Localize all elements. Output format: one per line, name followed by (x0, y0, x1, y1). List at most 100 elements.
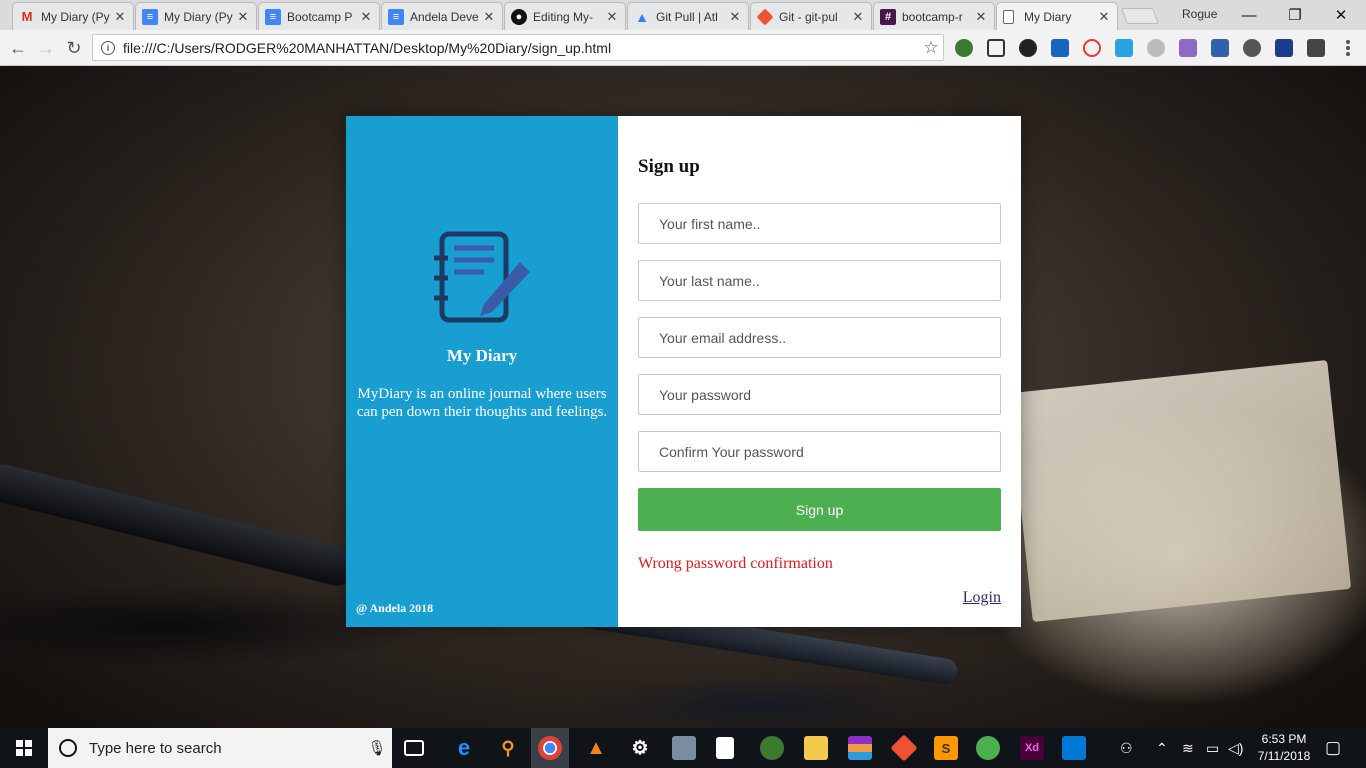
form-heading: Sign up (638, 156, 700, 177)
tab-title: Bootcamp P (287, 9, 353, 24)
copyright-text: @ Andela 2018 (356, 601, 434, 615)
page-icon (1003, 9, 1014, 24)
winrar-icon[interactable] (848, 736, 872, 760)
microphone-icon[interactable]: 🎙 (362, 739, 392, 757)
error-message: Wrong password confirmation (638, 555, 833, 572)
settings-gear-icon[interactable]: ⚙ (628, 736, 652, 760)
tab-my-diary-docs[interactable]: ≡ My Diary (Py ✕ (135, 2, 257, 30)
close-icon[interactable]: ✕ (974, 9, 988, 25)
restore-icon[interactable]: ❐ (1272, 0, 1318, 30)
tab-title: Editing My- (533, 9, 594, 24)
task-view-icon[interactable] (404, 740, 424, 756)
extension-pdf-icon[interactable] (1179, 39, 1197, 57)
windows-taskbar: Type here to search 🎙 e ⚲ ▲ ⚙ S Xd ⚇ ⌃ ≋… (0, 728, 1366, 768)
vscode-icon[interactable] (1062, 736, 1086, 760)
taskbar-search-box[interactable]: Type here to search 🎙 (48, 728, 392, 768)
google-docs-icon: ≡ (142, 8, 158, 25)
file-explorer-icon[interactable] (804, 736, 828, 760)
bookmark-star-icon[interactable]: ☆ (919, 38, 943, 58)
extension-book-icon[interactable] (1275, 39, 1293, 57)
reload-icon[interactable]: ↻ (62, 36, 86, 60)
volume-icon[interactable]: ◁) (1228, 728, 1243, 768)
tray-chevron-up-icon[interactable]: ⌃ (1156, 728, 1168, 768)
extension-m-grey-icon[interactable] (1147, 39, 1165, 57)
signup-card: My Diary MyDiary is an online journal wh… (346, 116, 1021, 627)
start-button[interactable] (0, 728, 48, 768)
brand-description: MyDiary is an online journal where users… (356, 386, 608, 420)
tab-atlassian[interactable]: ▲ Git Pull | Atl ✕ (627, 2, 749, 30)
back-icon[interactable]: ← (6, 36, 30, 60)
background-notebook-image (1008, 359, 1352, 623)
close-icon[interactable]: ✕ (728, 9, 742, 25)
sublime-text-icon[interactable]: S (934, 736, 958, 760)
close-icon[interactable]: ✕ (1097, 9, 1111, 25)
browser-toolbar: ← → ↻ i file:///C:/Users/RODGER%20MANHAT… (0, 30, 1366, 66)
extension-car-icon[interactable] (987, 39, 1005, 57)
close-icon[interactable]: ✕ (113, 9, 127, 25)
background-pen-image (0, 460, 359, 590)
notebook-pen-icon (434, 231, 530, 323)
tab-title: My Diary (Py (164, 9, 233, 24)
extension-m-icon[interactable] (1051, 39, 1069, 57)
tab-github[interactable]: ● Editing My- ✕ (504, 2, 626, 30)
email-input[interactable] (638, 317, 1001, 358)
brand-panel: My Diary MyDiary is an online journal wh… (346, 116, 618, 627)
tab-git-pull[interactable]: Git - git-pul ✕ (750, 2, 872, 30)
forward-icon[interactable]: → (34, 36, 58, 60)
clock-date: 7/11/2018 (1257, 749, 1311, 763)
extension-gear-icon[interactable] (1019, 39, 1037, 57)
first-name-input[interactable] (638, 203, 1001, 244)
close-icon[interactable]: ✕ (851, 9, 865, 25)
close-icon[interactable]: ✕ (482, 9, 496, 25)
extension-globe-icon[interactable] (955, 39, 973, 57)
calculator-icon[interactable] (716, 737, 734, 759)
close-icon[interactable]: ✕ (605, 9, 619, 25)
extension-window-icon[interactable] (1115, 39, 1133, 57)
extension-translate-icon[interactable] (1211, 39, 1229, 57)
tab-my-diary-gmail[interactable]: M My Diary (Py ✕ (12, 2, 134, 30)
photos-app-icon[interactable] (672, 736, 696, 760)
cortana-icon (59, 739, 77, 757)
tab-slack[interactable]: # bootcamp-r ✕ (873, 2, 995, 30)
tab-title: Andela Deve (410, 9, 479, 24)
taskbar-clock[interactable]: 6:53 PM 7/11/2018 (1246, 731, 1322, 765)
profile-name[interactable]: Rogue (1182, 7, 1217, 21)
tab-bootcamp[interactable]: ≡ Bootcamp P ✕ (258, 2, 380, 30)
search-app-icon[interactable]: ⚲ (496, 736, 520, 760)
edge-icon[interactable]: e (452, 735, 476, 760)
address-bar[interactable]: i file:///C:/Users/RODGER%20MANHATTAN/De… (92, 34, 944, 61)
password-input[interactable] (638, 374, 1001, 415)
vlc-icon[interactable]: ▲ (584, 736, 608, 760)
close-icon[interactable]: ✕ (359, 9, 373, 25)
adobe-xd-icon[interactable]: Xd (1020, 736, 1044, 760)
info-icon[interactable]: i (101, 40, 115, 55)
last-name-input[interactable] (638, 260, 1001, 301)
tab-my-diary-active[interactable]: My Diary ✕ (996, 2, 1118, 30)
new-tab-button[interactable] (1121, 8, 1159, 24)
close-icon[interactable]: ✕ (236, 9, 250, 25)
url-text[interactable]: file:///C:/Users/RODGER%20MANHATTAN/Desk… (123, 40, 919, 56)
tab-title: My Diary (Py (41, 9, 110, 24)
chrome-menu-icon[interactable] (1340, 38, 1356, 58)
wifi-icon[interactable]: ≋ (1182, 728, 1194, 768)
minimize-icon[interactable]: — (1226, 0, 1272, 30)
git-app-icon[interactable] (890, 734, 918, 762)
signup-button[interactable]: Sign up (638, 488, 1001, 531)
extension-block-icon[interactable] (1083, 39, 1101, 57)
people-icon[interactable]: ⚇ (1120, 728, 1133, 768)
login-link[interactable]: Login (963, 589, 1001, 607)
extension-download-icon[interactable] (1307, 39, 1325, 57)
confirm-password-input[interactable] (638, 431, 1001, 472)
gmail-icon: M (21, 9, 33, 24)
globe-app-icon[interactable] (760, 736, 784, 760)
extension-camera-icon[interactable] (1243, 39, 1261, 57)
tab-andela[interactable]: ≡ Andela Deve ✕ (381, 2, 503, 30)
search-placeholder: Type here to search (89, 739, 222, 757)
atlassian-icon: ▲ (635, 8, 649, 25)
window-close-icon[interactable]: ✕ (1318, 0, 1364, 30)
git-icon (756, 8, 774, 25)
app-icon[interactable] (976, 736, 1000, 760)
notification-center-icon[interactable]: ▢ (1325, 728, 1341, 768)
chrome-icon[interactable] (538, 736, 562, 760)
battery-icon[interactable]: ▭ (1206, 728, 1219, 768)
